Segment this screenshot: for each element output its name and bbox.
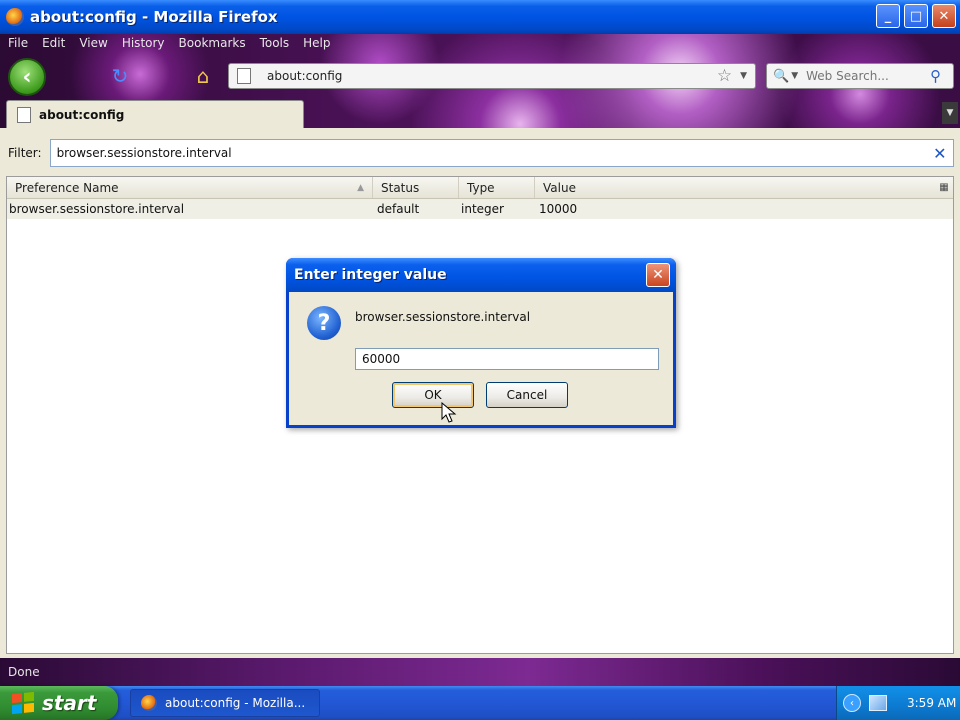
page-icon (237, 68, 251, 84)
dialog-body: ? browser.sessionstore.interval 60000 OK… (289, 292, 673, 425)
cell-type: integer (461, 202, 504, 216)
menu-bar: File Edit View History Bookmarks Tools H… (8, 36, 331, 50)
close-button[interactable]: ✕ (932, 4, 956, 28)
windows-logo-icon (12, 691, 34, 715)
cell-value: 10000 (539, 202, 578, 216)
cell-status: default (377, 202, 420, 216)
filter-row: Filter: browser.sessionstore.interval ✕ (0, 138, 960, 168)
filter-value[interactable]: browser.sessionstore.interval (57, 146, 934, 160)
search-input[interactable] (806, 69, 927, 83)
firefox-icon (141, 695, 157, 711)
column-header-name[interactable]: Preference Name ▲ (7, 177, 373, 198)
clear-x-icon[interactable]: ✕ (933, 144, 946, 163)
menu-view[interactable]: View (79, 36, 107, 50)
star-icon[interactable]: ☆ (717, 66, 732, 86)
taskbar-item-label: about:config - Mozilla... (165, 696, 306, 710)
menu-file[interactable]: File (8, 36, 28, 50)
tray-expand-icon[interactable]: ‹ (843, 694, 861, 712)
search-bar[interactable]: 🔍 ▼ ⚲ (766, 63, 954, 89)
back-arrow-icon[interactable]: ‹ (8, 58, 46, 96)
clock[interactable]: 3:59 AM (907, 696, 956, 710)
table-header: Preference Name ▲ Status Type Value ▦ (7, 177, 953, 199)
window-titlebar[interactable]: about:config - Mozilla Firefox _ □ ✕ (0, 0, 960, 34)
enter-integer-dialog[interactable]: Enter integer value ✕ ? browser.sessions… (286, 258, 676, 428)
mouse-cursor-icon (441, 402, 457, 423)
filter-label: Filter: (8, 146, 42, 160)
home-icon[interactable]: ⌂ (190, 63, 216, 89)
network-icon[interactable] (869, 695, 887, 711)
maximize-button[interactable]: □ (904, 4, 928, 28)
reload-icon[interactable]: ↻ (108, 64, 132, 88)
dialog-close-button[interactable]: ✕ (646, 263, 670, 287)
column-header-status[interactable]: Status (373, 177, 459, 198)
magnifier-icon[interactable]: ⚲ (930, 67, 941, 85)
column-picker-icon[interactable]: ▦ (935, 177, 953, 198)
window-controls: _ □ ✕ (876, 4, 956, 28)
tab-page-icon (17, 106, 31, 123)
status-bar: Done (0, 658, 960, 686)
menu-edit[interactable]: Edit (42, 36, 65, 50)
dialog-titlebar[interactable]: Enter integer value (286, 258, 676, 292)
search-engine-dropdown-icon[interactable]: ▼ (791, 71, 798, 81)
tab-label: about:config (39, 107, 125, 122)
table-row[interactable]: browser.sessionstore.interval default in… (7, 199, 953, 219)
taskbar-item-firefox[interactable]: about:config - Mozilla... (130, 689, 320, 717)
dialog-message: browser.sessionstore.interval (355, 310, 531, 324)
cell-pref-name: browser.sessionstore.interval (9, 202, 185, 216)
tab-about-config[interactable]: about:config (6, 100, 304, 128)
menu-bookmarks[interactable]: Bookmarks (179, 36, 246, 50)
url-text[interactable]: about:config (267, 69, 717, 83)
firefox-icon (6, 8, 24, 26)
ok-button[interactable]: OK (392, 382, 474, 408)
column-header-type[interactable]: Type (459, 177, 535, 198)
integer-value-input[interactable]: 60000 (355, 348, 659, 370)
menu-history[interactable]: History (122, 36, 165, 50)
cancel-button[interactable]: Cancel (486, 382, 568, 408)
question-icon: ? (307, 306, 341, 340)
start-button[interactable]: start (0, 686, 118, 720)
menu-tools[interactable]: Tools (260, 36, 290, 50)
taskbar: start about:config - Mozilla... ‹ 3:59 A… (0, 686, 960, 720)
sort-ascending-icon: ▲ (357, 182, 364, 193)
filter-input[interactable]: browser.sessionstore.interval ✕ (49, 139, 954, 167)
dialog-title: Enter integer value (294, 267, 447, 283)
minimize-button[interactable]: _ (876, 4, 900, 28)
system-tray: ‹ 3:59 AM (836, 686, 960, 720)
search-engine-icon[interactable]: 🔍 (773, 69, 789, 84)
url-bar[interactable]: about:config ☆ ▼ (228, 63, 756, 89)
browser-header: File Edit View History Bookmarks Tools H… (0, 34, 960, 128)
url-dropdown-icon[interactable]: ▼ (740, 71, 747, 81)
window-title: about:config - Mozilla Firefox (30, 8, 278, 26)
status-text: Done (8, 665, 40, 679)
column-header-value[interactable]: Value (535, 177, 935, 198)
tab-list-icon[interactable]: ▼ (942, 102, 958, 124)
menu-help[interactable]: Help (303, 36, 330, 50)
